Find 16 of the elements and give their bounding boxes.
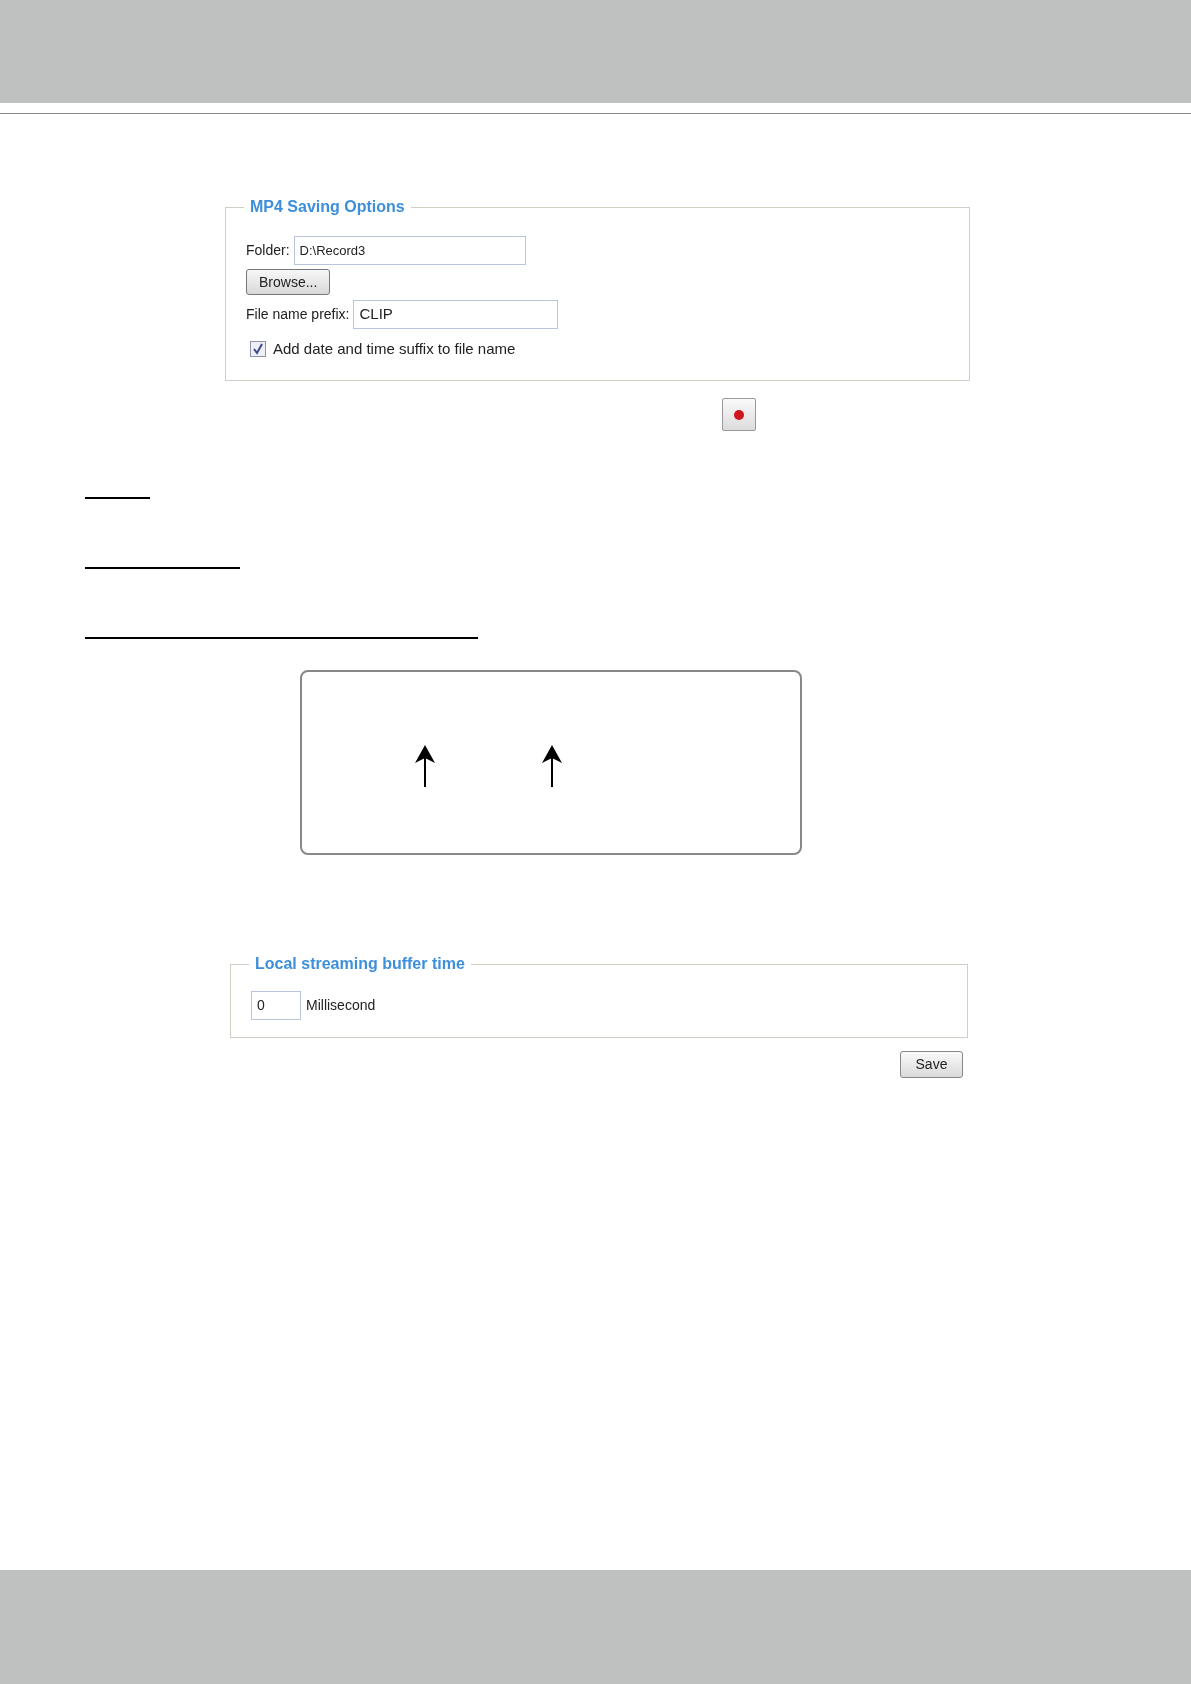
unit-label: Millisecond (306, 996, 376, 1015)
group-title: MP4 Saving Options (244, 197, 411, 217)
folder-field[interactable]: D:\Record3 (293, 236, 526, 265)
checkbox[interactable] (250, 341, 266, 358)
browse-button[interactable]: Browse... (246, 269, 331, 295)
record-button[interactable] (722, 398, 756, 431)
field-label: File name prefix: (246, 305, 350, 324)
prefix-field[interactable]: CLIP (353, 300, 559, 329)
save-button[interactable]: Save (900, 1051, 963, 1078)
arrow-icon (541, 745, 563, 787)
buffer-time-field[interactable]: 0 (251, 991, 301, 1020)
group-title: Local streaming buffer time (249, 954, 471, 974)
checkbox-label: Add date and time suffix to file name (273, 339, 516, 359)
arrow-icon (414, 745, 436, 787)
field-label: Folder: (246, 241, 290, 260)
record-icon (734, 409, 744, 420)
